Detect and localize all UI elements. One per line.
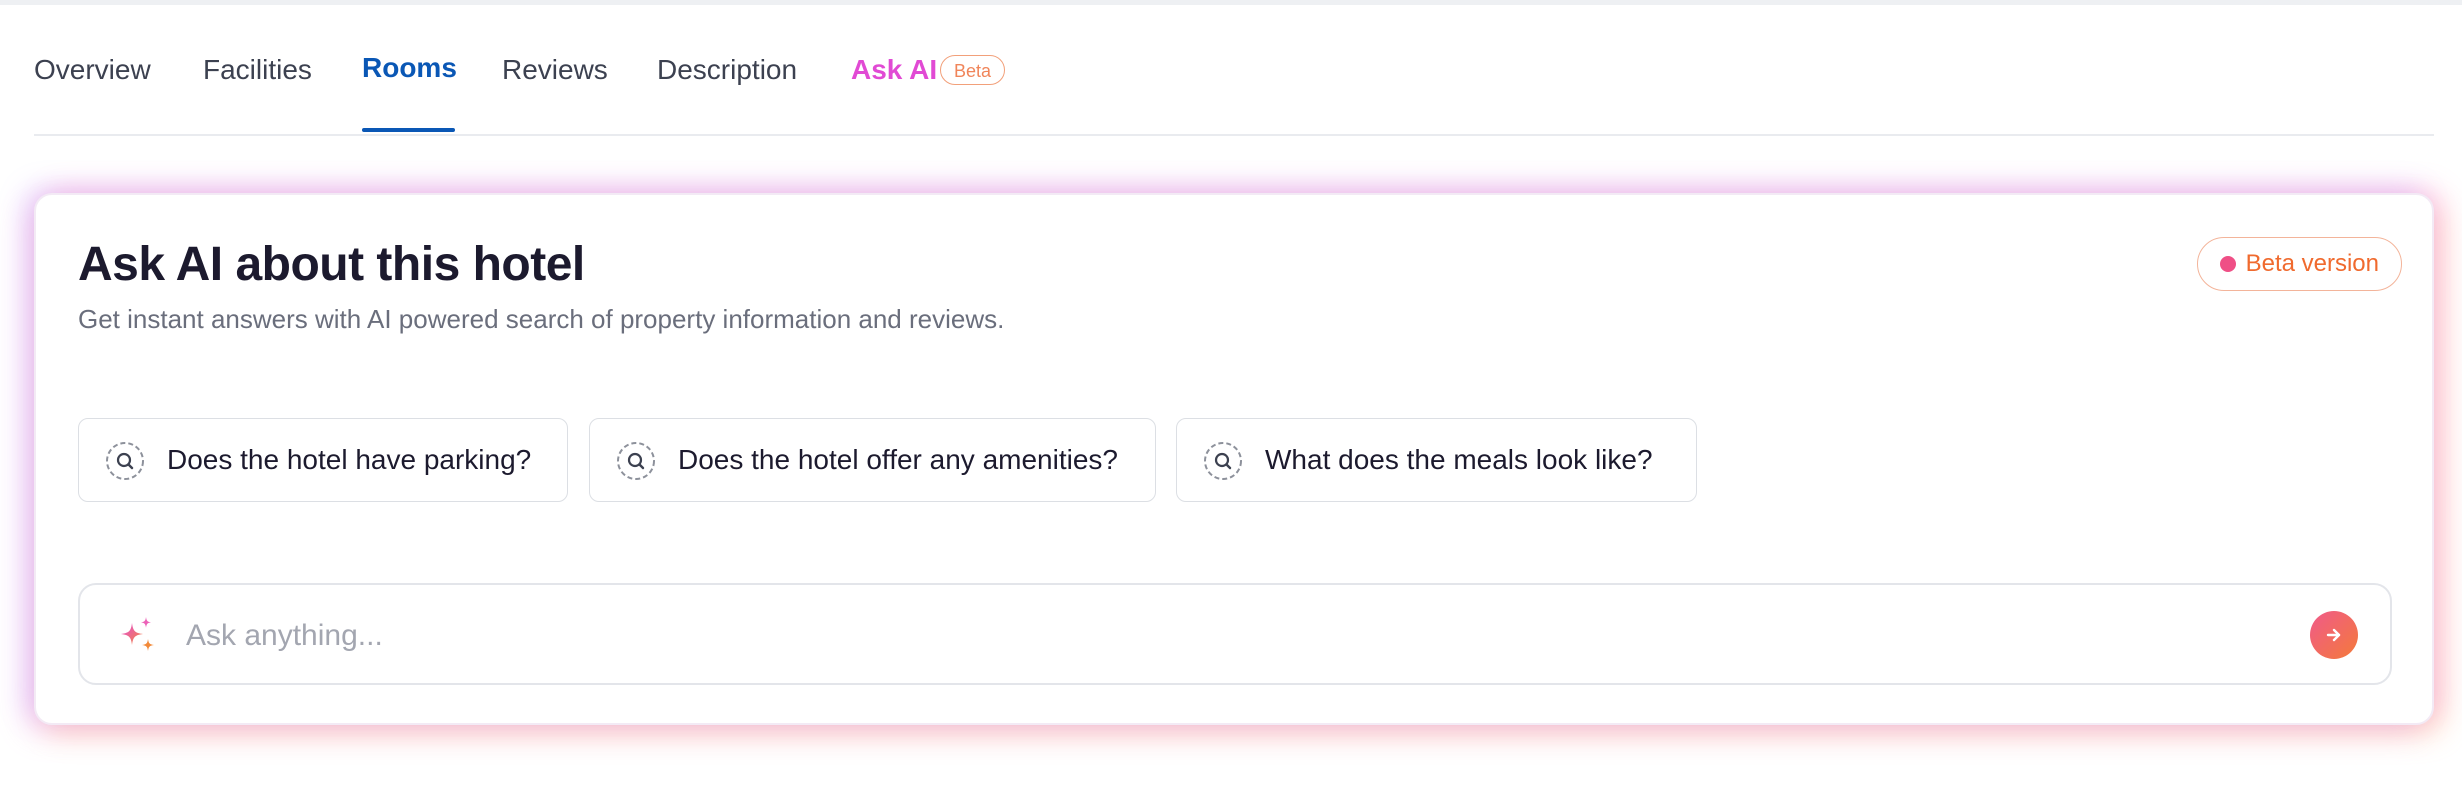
suggestion-chip[interactable]: Does the hotel offer any amenities? (589, 418, 1156, 502)
tab-description[interactable]: Description (657, 52, 797, 88)
card-subtitle: Get instant answers with AI powered sear… (78, 304, 1005, 334)
tab-rooms[interactable]: Rooms (362, 50, 457, 86)
suggestion-label: Does the hotel offer any amenities? (678, 444, 1118, 475)
active-tab-indicator (362, 128, 455, 132)
suggestion-label: Does the hotel have parking? (167, 444, 532, 475)
ask-input[interactable] (184, 605, 2268, 667)
tabs-divider (34, 134, 2434, 136)
ask-box (78, 583, 2392, 685)
search-icon (617, 442, 655, 480)
beta-version-label: Beta version (2245, 250, 2379, 277)
card-title: Ask AI about this hotel (78, 238, 585, 291)
suggestion-chip[interactable]: What does the meals look like? (1176, 418, 1697, 502)
suggestion-label: What does the meals look like? (1265, 444, 1653, 475)
tab-overview[interactable]: Overview (34, 52, 151, 88)
arrow-right-icon (2326, 628, 2341, 642)
tab-reviews[interactable]: Reviews (502, 52, 608, 88)
search-icon (1204, 442, 1242, 480)
ask-ai-card: Ask AI about this hotel Get instant answ… (34, 193, 2434, 725)
sparkle-icon (121, 617, 154, 651)
tab-facilities[interactable]: Facilities (203, 52, 312, 88)
section-tabs: Overview Facilities Rooms Reviews Descri… (0, 0, 2434, 136)
suggestion-chip[interactable]: Does the hotel have parking? (78, 418, 568, 502)
beta-version-badge: Beta version (2196, 237, 2402, 291)
send-button[interactable] (2310, 611, 2358, 659)
beta-status-dot (2219, 256, 2236, 272)
search-icon (106, 442, 144, 480)
tab-ask-ai[interactable]: Ask AI (851, 52, 937, 88)
ask-ai-beta-badge: Beta (940, 55, 1006, 85)
